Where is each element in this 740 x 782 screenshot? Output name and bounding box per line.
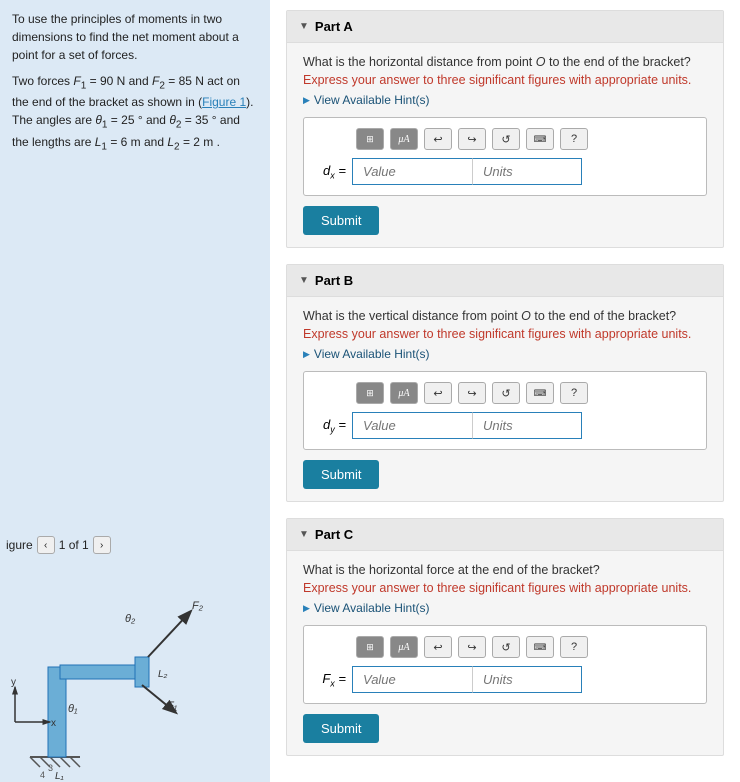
- part-a-answer-box: ⊞ μΑ ↩ ↪ ↺ ⌨ ? dx =: [303, 117, 707, 196]
- right-panel: ▼ Part A What is the horizontal distance…: [270, 0, 740, 782]
- diagram-svg: θ₁ F₁ L₂ θ₂ F₂ y x 3 4 L₁: [0, 557, 270, 782]
- page-nav: 1 of 1: [59, 536, 89, 554]
- svg-text:L₂: L₂: [158, 669, 168, 680]
- svg-text:θ₁: θ₁: [68, 703, 78, 715]
- part-a-arrow: ▼: [299, 21, 309, 32]
- part-b-question: What is the vertical distance from point…: [303, 309, 707, 323]
- part-c-note: Express your answer to three significant…: [303, 581, 707, 595]
- part-a-units-input[interactable]: [472, 158, 582, 185]
- part-c-hint[interactable]: View Available Hint(s): [303, 601, 707, 615]
- next-btn[interactable]: ›: [93, 536, 111, 554]
- svg-text:3: 3: [48, 763, 53, 773]
- mu-icon-c[interactable]: μΑ: [390, 636, 418, 658]
- part-a-body: What is the horizontal distance from poi…: [287, 43, 723, 247]
- part-a-label: Part A: [315, 19, 353, 34]
- refresh-icon[interactable]: ↺: [492, 128, 520, 150]
- part-b-input-label: dy =: [316, 417, 352, 435]
- diagram-area: θ₁ F₁ L₂ θ₂ F₂ y x 3 4 L₁: [0, 557, 270, 782]
- svg-text:F₁: F₁: [167, 700, 178, 712]
- svg-text:x: x: [51, 718, 56, 729]
- description1-text: To use the principles of moments in two …: [12, 10, 258, 64]
- part-b-toolbar: ⊞ μΑ ↩ ↪ ↺ ⌨ ?: [316, 382, 694, 404]
- keyboard-icon-c[interactable]: ⌨: [526, 636, 554, 658]
- part-b-answer-box: ⊞ μΑ ↩ ↪ ↺ ⌨ ? dy =: [303, 371, 707, 450]
- part-c-input-row: Fx =: [316, 666, 694, 693]
- part-c-toolbar: ⊞ μΑ ↩ ↪ ↺ ⌨ ?: [316, 636, 694, 658]
- keyboard-icon-b[interactable]: ⌨: [526, 382, 554, 404]
- undo-icon-c[interactable]: ↩: [424, 636, 452, 658]
- figure-label: igure: [6, 536, 33, 554]
- part-c-section: ▼ Part C What is the horizontal force at…: [286, 518, 724, 756]
- part-a-input-label: dx =: [316, 163, 352, 181]
- svg-text:L₁: L₁: [55, 771, 64, 782]
- refresh-icon-c[interactable]: ↺: [492, 636, 520, 658]
- part-a-hint[interactable]: View Available Hint(s): [303, 93, 707, 107]
- part-c-arrow: ▼: [299, 529, 309, 540]
- mu-icon-b[interactable]: μΑ: [390, 382, 418, 404]
- part-c-input-label: Fx =: [316, 671, 352, 689]
- part-b-body: What is the vertical distance from point…: [287, 297, 723, 501]
- grid-icon-c[interactable]: ⊞: [356, 636, 384, 658]
- part-b-label: Part B: [315, 273, 353, 288]
- help-icon-b[interactable]: ?: [560, 382, 588, 404]
- part-a-header: ▼ Part A: [287, 11, 723, 43]
- part-b-section: ▼ Part B What is the vertical distance f…: [286, 264, 724, 502]
- help-icon-c[interactable]: ?: [560, 636, 588, 658]
- svg-text:θ₂: θ₂: [125, 613, 136, 625]
- part-c-body: What is the horizontal force at the end …: [287, 551, 723, 755]
- part-a-toolbar: ⊞ μΑ ↩ ↪ ↺ ⌨ ?: [316, 128, 694, 150]
- part-b-units-input[interactable]: [472, 412, 582, 439]
- svg-text:F₂: F₂: [192, 600, 204, 612]
- part-c-question: What is the horizontal force at the end …: [303, 563, 707, 577]
- part-a-submit-button[interactable]: Submit: [303, 206, 379, 235]
- mu-icon[interactable]: μΑ: [390, 128, 418, 150]
- part-b-header: ▼ Part B: [287, 265, 723, 297]
- description2-text: Two forces F1 = 90 N and F2 = 85 N act o…: [12, 72, 258, 154]
- redo-icon[interactable]: ↪: [458, 128, 486, 150]
- part-b-note: Express your answer to three significant…: [303, 327, 707, 341]
- part-b-arrow: ▼: [299, 275, 309, 286]
- grid-icon-b[interactable]: ⊞: [356, 382, 384, 404]
- redo-icon-c[interactable]: ↪: [458, 636, 486, 658]
- part-a-question: What is the horizontal distance from poi…: [303, 55, 707, 69]
- part-a-section: ▼ Part A What is the horizontal distance…: [286, 10, 724, 248]
- keyboard-icon[interactable]: ⌨: [526, 128, 554, 150]
- undo-icon[interactable]: ↩: [424, 128, 452, 150]
- part-a-note: Express your answer to three significant…: [303, 73, 707, 87]
- part-c-header: ▼ Part C: [287, 519, 723, 551]
- part-b-input-row: dy =: [316, 412, 694, 439]
- part-b-hint[interactable]: View Available Hint(s): [303, 347, 707, 361]
- grid-icon[interactable]: ⊞: [356, 128, 384, 150]
- part-b-value-input[interactable]: [352, 412, 472, 439]
- part-c-value-input[interactable]: [352, 666, 472, 693]
- undo-icon-b[interactable]: ↩: [424, 382, 452, 404]
- part-c-submit-button[interactable]: Submit: [303, 714, 379, 743]
- prev-btn[interactable]: ‹: [37, 536, 55, 554]
- left-panel: To use the principles of moments in two …: [0, 0, 270, 782]
- part-c-units-input[interactable]: [472, 666, 582, 693]
- part-c-answer-box: ⊞ μΑ ↩ ↪ ↺ ⌨ ? Fx =: [303, 625, 707, 704]
- part-a-input-row: dx =: [316, 158, 694, 185]
- svg-text:y: y: [11, 677, 16, 688]
- part-a-value-input[interactable]: [352, 158, 472, 185]
- svg-text:4: 4: [40, 770, 45, 780]
- part-b-submit-button[interactable]: Submit: [303, 460, 379, 489]
- refresh-icon-b[interactable]: ↺: [492, 382, 520, 404]
- part-c-label: Part C: [315, 527, 353, 542]
- redo-icon-b[interactable]: ↪: [458, 382, 486, 404]
- help-icon[interactable]: ?: [560, 128, 588, 150]
